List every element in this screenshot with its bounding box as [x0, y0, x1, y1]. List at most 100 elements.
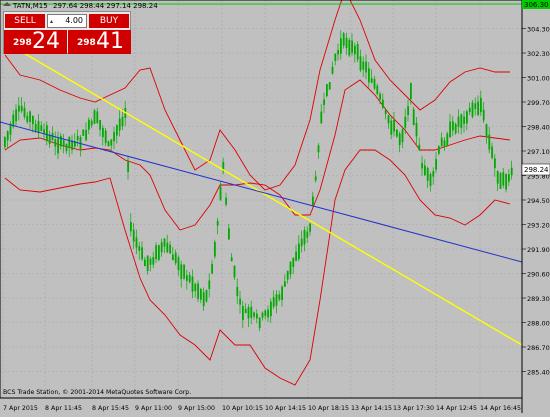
- candle-body: [466, 111, 468, 124]
- candle-body: [15, 109, 17, 122]
- candle-body: [155, 245, 157, 260]
- candle-body: [407, 106, 409, 115]
- top-price-label: 306.30: [524, 1, 549, 9]
- candle-body: [174, 252, 177, 264]
- time-tick-label: 9 Apr 11:00: [135, 405, 172, 412]
- candle-body: [452, 121, 454, 131]
- candle-body: [480, 97, 482, 113]
- candle-body: [141, 247, 143, 260]
- price-tick-label: 302.30: [527, 50, 550, 58]
- trading-chart-window: 306.30 304.30 302.30 301.00 299.70 298.40 297.…: [0, 0, 550, 413]
- buy-button[interactable]: BUY: [89, 14, 129, 28]
- price-tick-label: 285.40: [527, 369, 550, 377]
- candle-body: [138, 246, 141, 251]
- one-click-trading-panel: SELL 4.00 ▴ BUY 298 24 298 41: [3, 11, 131, 54]
- candle-body: [152, 257, 155, 265]
- candle-body: [102, 127, 104, 138]
- candle-body: [219, 186, 222, 201]
- candle-body: [496, 170, 499, 184]
- sell-button[interactable]: SELL: [5, 14, 45, 28]
- candle-body: [477, 101, 479, 115]
- candle-body: [415, 122, 418, 137]
- candle-body: [337, 50, 339, 55]
- time-tick-label: 8 Apr 11:45: [45, 405, 82, 412]
- candle-body: [37, 120, 40, 133]
- candle-body: [104, 130, 107, 144]
- candle-body: [85, 129, 87, 141]
- candle-body: [351, 40, 353, 53]
- buy-price-pips: 41: [96, 29, 124, 54]
- candle-body: [121, 116, 124, 127]
- time-tick-label: 8 Apr 15:45: [92, 405, 129, 412]
- candle-body: [26, 115, 29, 122]
- time-tick-label: 13 Apr 14:15: [351, 405, 392, 412]
- candle-body: [208, 280, 211, 289]
- candle-body: [18, 105, 20, 112]
- price-tick-label: 294.50: [527, 197, 550, 205]
- candle-body: [438, 146, 440, 154]
- candle-body: [46, 125, 48, 141]
- candle-body: [272, 297, 275, 307]
- candle-body: [278, 294, 281, 300]
- buy-price-button[interactable]: 298 41: [68, 29, 131, 54]
- candle-body: [354, 45, 356, 55]
- candle-body: [116, 125, 118, 136]
- candle-body: [396, 129, 398, 137]
- candle-body: [331, 66, 334, 74]
- candle-body: [186, 275, 188, 281]
- candle-body: [34, 123, 37, 131]
- price-chart[interactable]: 306.30 304.30 302.30 301.00 299.70 298.40 297.…: [0, 0, 550, 413]
- candle-body: [48, 134, 51, 144]
- candle-body: [180, 264, 183, 280]
- candle-body: [60, 135, 62, 147]
- price-tick-label: 304.30: [527, 26, 550, 34]
- candle-body: [398, 133, 401, 146]
- candle-body: [485, 124, 488, 137]
- lot-stepper-icon[interactable]: ▴: [50, 18, 53, 25]
- candle-body: [270, 301, 272, 317]
- candle-body: [194, 283, 197, 292]
- candle-body: [348, 39, 351, 56]
- candle-body: [29, 111, 31, 123]
- candle-body: [368, 68, 370, 83]
- candle-body: [510, 167, 513, 176]
- candle-body: [356, 44, 359, 60]
- candle-body: [267, 309, 269, 318]
- candle-body: [410, 83, 412, 99]
- candle-body: [303, 229, 306, 245]
- candle-body: [328, 82, 331, 90]
- candle-body: [401, 129, 404, 143]
- candle-body: [342, 33, 345, 46]
- candle-body: [482, 109, 485, 121]
- candle-body: [362, 61, 365, 70]
- sell-price-button[interactable]: 298 24: [4, 29, 67, 54]
- candle-body: [317, 145, 320, 153]
- candle-body: [144, 259, 146, 267]
- candle-body: [110, 139, 113, 146]
- time-tick-label: 10 Apr 10:15: [222, 405, 263, 412]
- candle-body: [314, 176, 317, 181]
- candle-body: [127, 161, 129, 172]
- candle-body: [376, 85, 379, 95]
- candle-body: [135, 237, 138, 248]
- candle-body: [12, 114, 15, 127]
- sell-price-pips: 24: [32, 29, 60, 54]
- time-tick-label: 14 Apr 16:45: [480, 405, 521, 412]
- candle-body: [334, 53, 337, 61]
- candle-body: [118, 118, 121, 131]
- candle-body: [40, 125, 43, 131]
- candle-body: [432, 171, 435, 177]
- time-tick-label: 13 Apr 17:30: [393, 405, 434, 412]
- candle-body: [471, 102, 474, 117]
- candle-body: [264, 310, 267, 316]
- candle-body: [68, 136, 71, 148]
- candle-body: [216, 220, 219, 226]
- candle-body: [250, 306, 253, 318]
- candle-body: [4, 137, 6, 148]
- candle-body: [228, 228, 230, 240]
- candle-body: [292, 257, 295, 267]
- copyright-text: BCS Trade Station, © 2001-2014 MetaQuote…: [3, 388, 191, 396]
- candle-body: [435, 158, 437, 170]
- price-tick-label: 299.70: [527, 99, 550, 107]
- candle-body: [418, 144, 421, 150]
